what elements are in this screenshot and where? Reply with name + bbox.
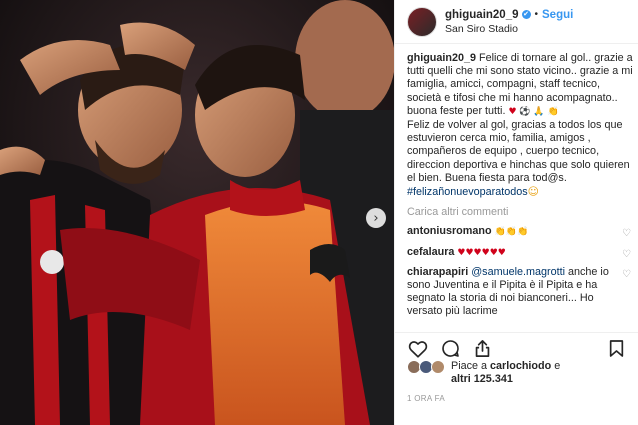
comment-like-heart-icon[interactable]: ♡ <box>622 248 631 261</box>
share-icon <box>475 339 489 357</box>
carousel-next-button[interactable]: › <box>366 208 386 228</box>
share-button[interactable] <box>471 339 493 359</box>
action-bar <box>395 332 638 358</box>
post-timestamp[interactable]: 1 ORA FA <box>407 394 445 403</box>
comment-icon <box>441 340 459 357</box>
likes-prefix: Piace a <box>451 360 488 372</box>
avatar <box>431 360 445 374</box>
comments-fade <box>407 314 633 330</box>
photo-image <box>0 0 394 425</box>
comment-text: 👏👏👏 <box>494 227 529 238</box>
verified-badge-icon: ✔ <box>521 10 531 19</box>
comment-username[interactable]: chiarapapiri <box>407 266 468 278</box>
comment-like-heart-icon[interactable]: ♡ <box>622 268 631 281</box>
comments-list[interactable]: ghiguain20_9 Felice di tornare al gol.. … <box>407 52 633 330</box>
follow-button[interactable]: Segui <box>542 8 573 22</box>
comment-mention-link[interactable]: @samuele.magrotti <box>471 266 565 278</box>
post-caption: ghiguain20_9 Felice di tornare al gol.. … <box>407 52 633 199</box>
likes-middle: e <box>554 360 561 372</box>
separator-dot: • <box>534 8 539 20</box>
save-button[interactable] <box>605 339 627 359</box>
comment-text: ♥♥♥♥♥♥ <box>457 247 506 258</box>
bookmark-icon <box>609 340 623 357</box>
comment-like-heart-icon[interactable]: ♡ <box>622 227 631 240</box>
heart-icon <box>408 340 428 358</box>
username-link[interactable]: ghiguain20_9 <box>445 8 519 22</box>
likes-summary: Piace a carlochiodo e altri 125.341 <box>407 360 633 386</box>
location-link[interactable]: San Siro Stadio <box>445 22 573 36</box>
comment-item: antoniusromano 👏👏👏 ♡ <box>407 225 633 239</box>
caption-emojis: ♥ ⚽ 🙏 👏 <box>508 106 559 117</box>
liker-username-link[interactable]: carlochiodo <box>490 360 551 372</box>
post-side-panel: ghiguain20_9 ✔ • Segui San Siro Stadio g… <box>394 0 638 425</box>
hashtag-emoji: ☺ <box>527 185 539 199</box>
load-more-comments-button[interactable]: Carica altri commenti <box>407 206 633 219</box>
comment-username[interactable]: cefalaura <box>407 246 454 258</box>
chevron-right-icon: › <box>373 210 379 226</box>
caption-text-spanish: Feliz de volver al gol, gracias a todos … <box>407 119 630 184</box>
post-header: ghiguain20_9 ✔ • Segui San Siro Stadio <box>395 0 638 44</box>
caption-username[interactable]: ghiguain20_9 <box>407 52 476 64</box>
comment-button[interactable] <box>439 339 461 359</box>
hashtag-link[interactable]: #felizañonuevoparatodos <box>407 186 528 198</box>
likes-text: Piace a carlochiodo e altri 125.341 <box>451 360 560 386</box>
post-photo[interactable]: › <box>0 0 394 425</box>
like-button[interactable] <box>407 339 429 359</box>
likes-count-link[interactable]: altri 125.341 <box>451 373 513 385</box>
liker-avatars <box>407 360 447 374</box>
comment-item: cefalaura ♥♥♥♥♥♥ ♡ <box>407 246 633 260</box>
comment-username[interactable]: antoniusromano <box>407 225 492 237</box>
avatar[interactable] <box>407 6 437 37</box>
comment-item: chiarapapiri @samuele.magrotti anche io … <box>407 266 633 319</box>
